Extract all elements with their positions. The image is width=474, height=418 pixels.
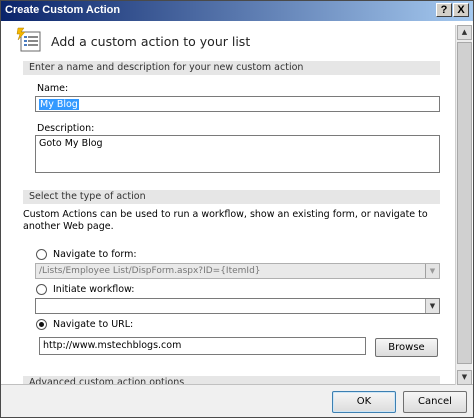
form-dropdown[interactable]: /Lists/Employee List/DispForm.aspx?ID={I… — [35, 263, 440, 279]
action-help-text: Custom Actions can be used to run a work… — [23, 209, 428, 232]
custom-action-icon — [16, 27, 41, 52]
browse-button[interactable]: Browse — [375, 338, 438, 357]
chevron-down-icon: ▼ — [425, 299, 439, 313]
chevron-down-icon: ▼ — [425, 264, 439, 278]
create-custom-action-dialog: Create Custom Action ? X Add a custom ac… — [0, 0, 474, 418]
dialog-content: Add a custom action to your list Enter a… — [1, 21, 473, 385]
radio-navigate-to-form[interactable] — [36, 249, 47, 260]
navigate-to-url-label: Navigate to URL: — [53, 319, 134, 330]
section-heading-name: Enter a name and description for your ne… — [23, 61, 440, 75]
name-label: Name: — [37, 83, 69, 94]
window-title: Create Custom Action — [5, 4, 121, 16]
section-heading-action-type: Select the type of action — [23, 190, 440, 204]
cancel-button[interactable]: Cancel — [403, 391, 467, 413]
radio-initiate-workflow[interactable] — [36, 284, 47, 295]
navigate-to-form-label: Navigate to form: — [53, 249, 137, 260]
scrollbar-thumb[interactable] — [457, 42, 472, 364]
initiate-workflow-label: Initiate workflow: — [53, 284, 135, 295]
form-dropdown-value: /Lists/Employee List/DispForm.aspx?ID={I… — [39, 266, 261, 276]
name-field[interactable]: My Blog — [35, 96, 440, 112]
scroll-up-icon[interactable]: ▲ — [457, 25, 472, 40]
title-bar[interactable]: Create Custom Action ? X — [1, 1, 473, 21]
name-value: My Blog — [39, 99, 79, 110]
vertical-scrollbar[interactable]: ▲ ▼ — [455, 25, 472, 385]
dialog-footer: OK Cancel — [1, 385, 473, 417]
description-label: Description: — [37, 123, 95, 134]
workflow-dropdown[interactable]: ▼ — [35, 298, 440, 314]
radio-navigate-to-url[interactable] — [36, 319, 47, 330]
ok-button[interactable]: OK — [332, 391, 396, 413]
scroll-down-icon[interactable]: ▼ — [457, 370, 472, 385]
url-input[interactable]: http://www.mstechblogs.com — [39, 337, 366, 355]
close-button[interactable]: X — [453, 3, 469, 17]
description-field[interactable]: Goto My Blog — [35, 135, 440, 173]
section-heading-advanced: Advanced custom action options — [23, 376, 440, 384]
help-button[interactable]: ? — [436, 3, 452, 17]
header-title: Add a custom action to your list — [51, 34, 251, 49]
